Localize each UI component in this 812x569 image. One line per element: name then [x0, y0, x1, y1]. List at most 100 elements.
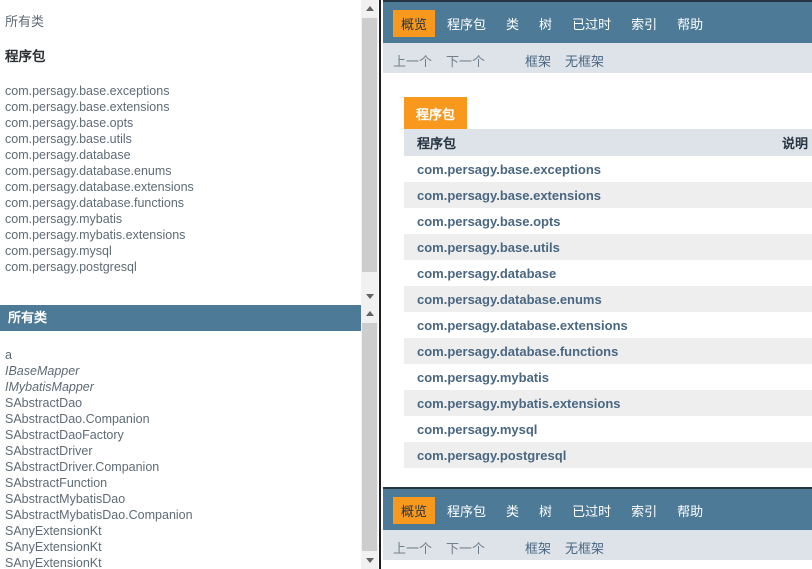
description-cell	[782, 416, 812, 442]
description-cell	[782, 234, 812, 260]
frames-link[interactable]: 框架	[525, 54, 551, 69]
package-link[interactable]: com.persagy.database.enums	[417, 292, 602, 307]
table-row: com.persagy.postgresql	[404, 442, 812, 468]
sidebar-package-link[interactable]: com.persagy.mysql	[5, 243, 378, 259]
nav-tab[interactable]: 类	[498, 497, 527, 524]
table-row: com.persagy.base.exceptions	[404, 156, 812, 182]
nav-tab[interactable]: 树	[531, 10, 560, 37]
sidebar-package-link[interactable]: com.persagy.mybatis	[5, 211, 378, 227]
nav-tab[interactable]: 概览	[393, 10, 435, 37]
sidebar-class-link[interactable]: SAbstractDao	[5, 395, 378, 411]
package-link[interactable]: com.persagy.base.extensions	[417, 188, 601, 203]
package-link[interactable]: com.persagy.mybatis.extensions	[417, 396, 621, 411]
scroll-down-button[interactable]	[361, 288, 378, 305]
table-row: com.persagy.database.enums	[404, 286, 812, 312]
sidebar-class-link[interactable]: SAbstractDriver	[5, 443, 378, 459]
nav-tab[interactable]: 索引	[623, 497, 665, 524]
frames-link[interactable]: 框架	[525, 541, 551, 556]
package-link[interactable]: com.persagy.base.exceptions	[417, 162, 601, 177]
sidebar-class-link[interactable]: SAbstractFunction	[5, 475, 378, 491]
package-link[interactable]: com.persagy.postgresql	[417, 448, 566, 463]
sidebar-package-link[interactable]: com.persagy.base.extensions	[5, 99, 378, 115]
description-cell	[782, 338, 812, 364]
package-link[interactable]: com.persagy.mybatis	[417, 370, 549, 385]
column-header-package: 程序包	[404, 129, 782, 156]
class-list: aIBaseMapperIMybatisMapperSAbstractDaoSA…	[0, 347, 378, 569]
sidebar-class-link[interactable]: IBaseMapper	[5, 363, 378, 379]
nav-tab[interactable]: 程序包	[439, 10, 494, 37]
table-row: com.persagy.database.functions	[404, 338, 812, 364]
sidebar-package-link[interactable]: com.persagy.base.utils	[5, 131, 378, 147]
sidebar-class-link[interactable]: a	[5, 347, 378, 363]
package-link[interactable]: com.persagy.database	[417, 266, 556, 281]
no-frames-link[interactable]: 无框架	[565, 541, 604, 556]
scroll-up-button[interactable]	[361, 305, 378, 322]
nav-tab[interactable]: 帮助	[669, 497, 711, 524]
package-link[interactable]: com.persagy.database.functions	[417, 344, 618, 359]
nav-tab[interactable]: 已过时	[564, 10, 619, 37]
sidebar-package-link[interactable]: com.persagy.database.enums	[5, 163, 378, 179]
nav-tab[interactable]: 索引	[623, 10, 665, 37]
overview-frame: 所有类 程序包 com.persagy.base.exceptionscom.p…	[0, 0, 378, 305]
table-row: com.persagy.database	[404, 260, 812, 286]
sidebar-class-link[interactable]: SAnyExtensionKt	[5, 523, 378, 539]
arrow-down-icon	[366, 558, 374, 563]
sidebar-package-link[interactable]: com.persagy.database.functions	[5, 195, 378, 211]
nav-tab[interactable]: 概览	[393, 497, 435, 524]
sidebar-class-link[interactable]: SAnyExtensionKt	[5, 555, 378, 569]
package-link[interactable]: com.persagy.mysql	[417, 422, 537, 437]
sidebar-class-link[interactable]: SAbstractDao.Companion	[5, 411, 378, 427]
package-link[interactable]: com.persagy.base.utils	[417, 240, 560, 255]
packages-caption-tab: 程序包	[404, 97, 467, 129]
table-row: com.persagy.mybatis	[404, 364, 812, 390]
sidebar-class-link[interactable]: IMybatisMapper	[5, 379, 378, 395]
scrollbar-thumb[interactable]	[362, 323, 377, 551]
nav-tab[interactable]: 树	[531, 497, 560, 524]
sidebar-class-link[interactable]: SAbstractDriver.Companion	[5, 459, 378, 475]
sidebar-package-link[interactable]: com.persagy.base.exceptions	[5, 83, 378, 99]
sidebar-package-link[interactable]: com.persagy.database.extensions	[5, 179, 378, 195]
packages-summary-section: 程序包 程序包 说明 com.persagy.base.exceptions	[383, 73, 812, 468]
scrollbar-thumb[interactable]	[362, 18, 377, 272]
overview-frame-scrollbar[interactable]	[361, 0, 378, 305]
description-cell	[782, 182, 812, 208]
nav-tab[interactable]: 程序包	[439, 497, 494, 524]
description-cell	[782, 208, 812, 234]
packages-summary-table: 程序包 说明 com.persagy.base.exceptions com.p…	[404, 129, 812, 468]
package-link[interactable]: com.persagy.database.extensions	[417, 318, 628, 333]
table-row: com.persagy.mybatis.extensions	[404, 390, 812, 416]
no-frames-link[interactable]: 无框架	[565, 54, 604, 69]
nav-tab[interactable]: 已过时	[564, 497, 619, 524]
javadoc-page: 所有类 程序包 com.persagy.base.exceptionscom.p…	[0, 0, 812, 569]
sidebar-class-link[interactable]: SAbstractMybatisDao	[5, 491, 378, 507]
bottom-navbar: 概览程序包类树已过时索引帮助	[383, 487, 812, 530]
description-cell	[782, 364, 812, 390]
description-cell	[782, 390, 812, 416]
sidebar-class-link[interactable]: SAnyExtensionKt	[5, 539, 378, 555]
package-link[interactable]: com.persagy.base.opts	[417, 214, 561, 229]
scroll-up-button[interactable]	[361, 0, 378, 17]
all-classes-frame-scrollbar[interactable]	[361, 305, 378, 569]
sidebar-package-link[interactable]: com.persagy.database	[5, 147, 378, 163]
scroll-down-button[interactable]	[361, 552, 378, 569]
nav-tab[interactable]: 帮助	[669, 10, 711, 37]
sidebar-package-link[interactable]: com.persagy.base.opts	[5, 115, 378, 131]
sidebar-package-link[interactable]: com.persagy.mybatis.extensions	[5, 227, 378, 243]
description-cell	[782, 442, 812, 468]
table-row: com.persagy.base.opts	[404, 208, 812, 234]
prev-label: 上一个	[393, 54, 432, 69]
sidebar-class-link[interactable]: SAbstractDaoFactory	[5, 427, 378, 443]
prev-label: 上一个	[393, 541, 432, 556]
nav-tab[interactable]: 类	[498, 10, 527, 37]
table-row: com.persagy.base.utils	[404, 234, 812, 260]
packages-heading: 程序包	[5, 45, 378, 65]
description-cell	[782, 286, 812, 312]
arrow-down-icon	[366, 294, 374, 299]
sidebar-package-link[interactable]: com.persagy.postgresql	[5, 259, 378, 275]
nav-tab-list: 概览程序包类树已过时索引帮助	[393, 10, 812, 37]
sidebar-class-link[interactable]: SAbstractMybatisDao.Companion	[5, 507, 378, 523]
top-subnav: 上一个下一个框架无框架	[383, 43, 812, 73]
nav-tab-list: 概览程序包类树已过时索引帮助	[393, 497, 812, 524]
description-cell	[782, 156, 812, 182]
all-classes-link[interactable]: 所有类	[5, 11, 378, 30]
